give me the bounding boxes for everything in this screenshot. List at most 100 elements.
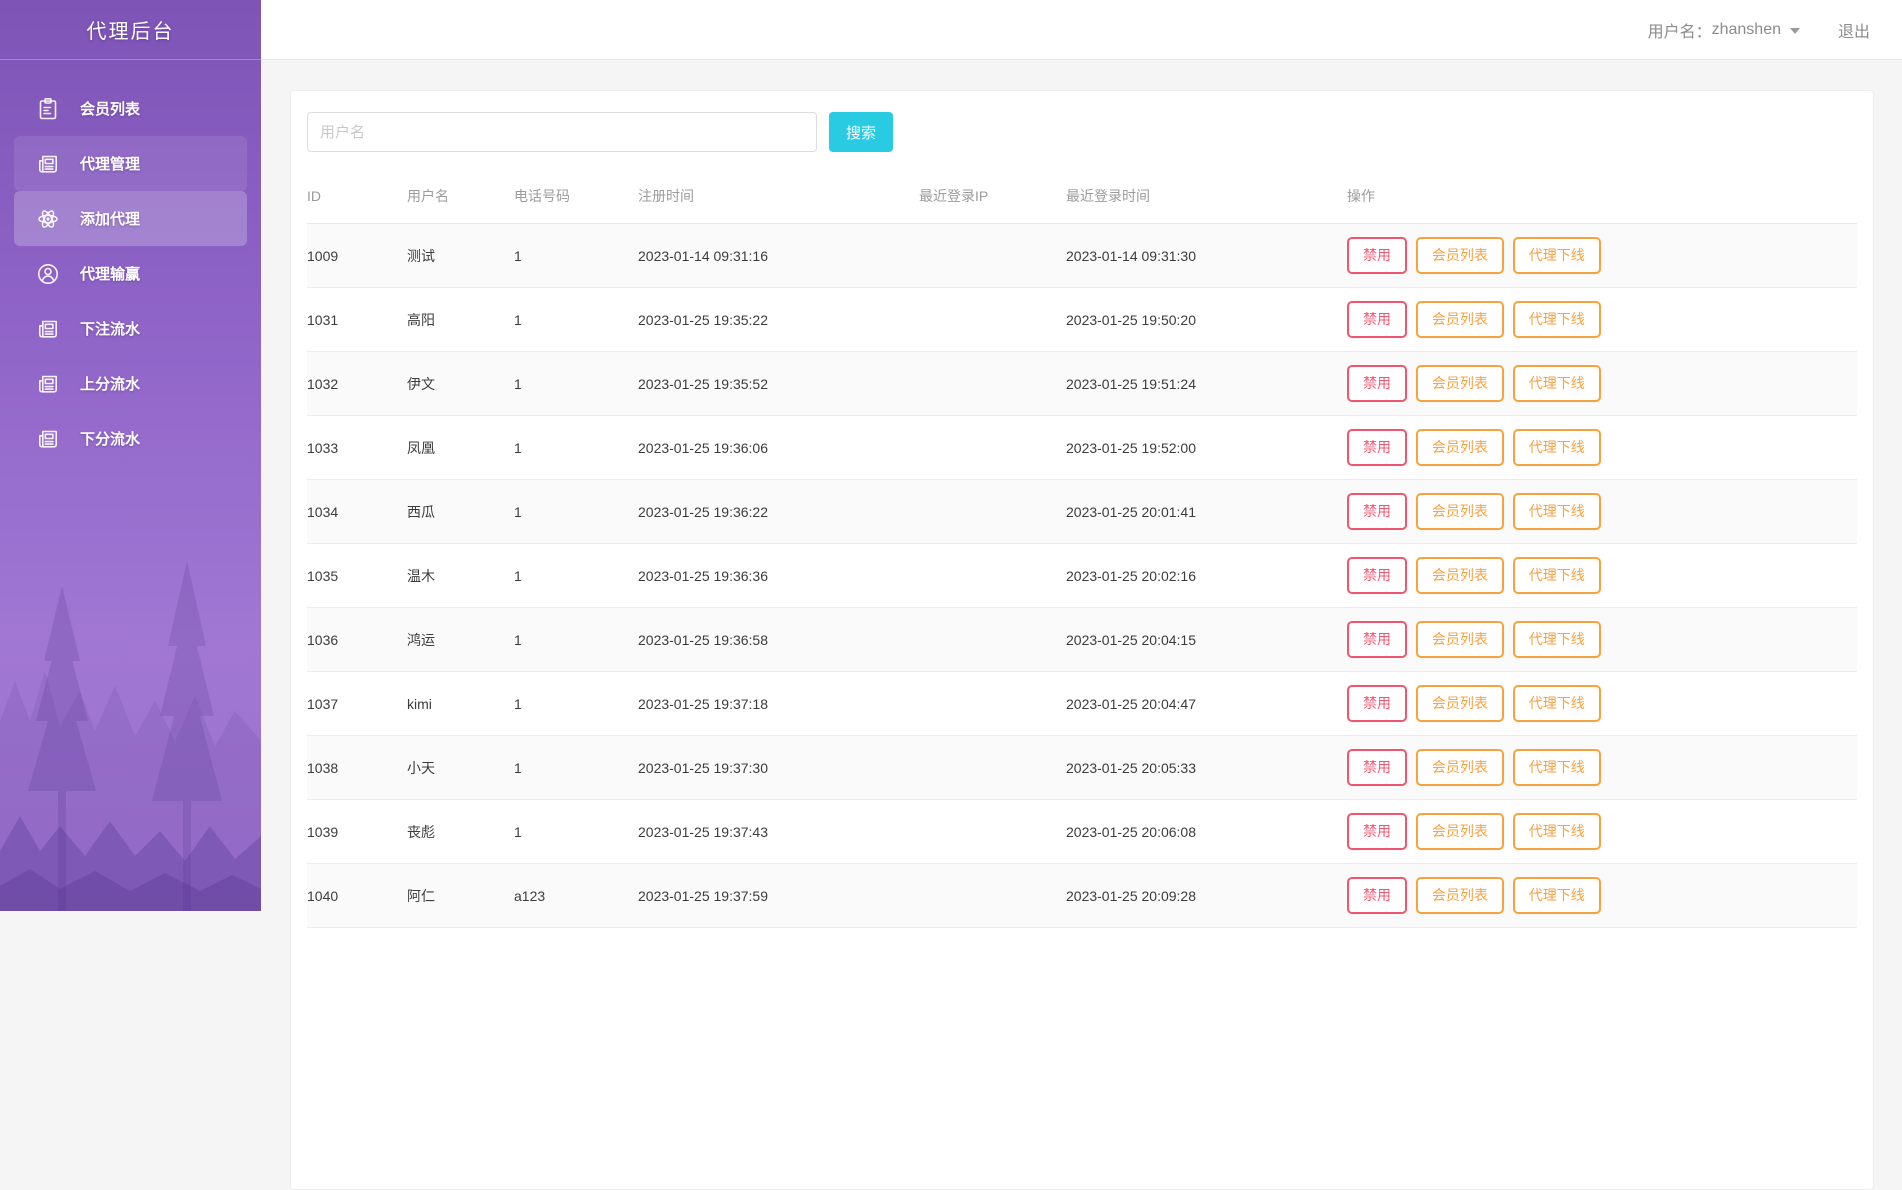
disable-button[interactable]: 禁用 [1347, 749, 1407, 786]
cell-actions: 禁用 会员列表 代理下线 [1347, 416, 1857, 480]
agent-downline-button[interactable]: 代理下线 [1513, 813, 1601, 850]
member-list-button[interactable]: 会员列表 [1416, 685, 1504, 722]
sidebar-item-3[interactable]: 添加代理 [14, 191, 247, 246]
sidebar-item-5[interactable]: 下注流水 [14, 301, 247, 356]
cell-actions: 禁用 会员列表 代理下线 [1347, 352, 1857, 416]
agent-downline-button[interactable]: 代理下线 [1513, 493, 1601, 530]
cell-id: 1039 [307, 800, 407, 864]
cell-register-time: 2023-01-25 19:36:36 [638, 544, 919, 608]
member-list-button[interactable]: 会员列表 [1416, 365, 1504, 402]
table-row: 1035 温木 1 2023-01-25 19:36:36 2023-01-25… [307, 544, 1857, 608]
column-header-4: 注册时间 [638, 176, 919, 224]
content-card: 搜索 ID用户名电话号码注册时间最近登录IP最近登录时间操作 1009 测试 1… [290, 90, 1874, 1190]
agent-downline-button[interactable]: 代理下线 [1513, 749, 1601, 786]
cell-username: 伊文 [407, 352, 514, 416]
cell-last-login-time: 2023-01-25 20:05:33 [1066, 736, 1347, 800]
newspaper-icon [36, 152, 60, 176]
member-list-button[interactable]: 会员列表 [1416, 237, 1504, 274]
newspaper-icon [36, 317, 60, 341]
disable-button[interactable]: 禁用 [1347, 493, 1407, 530]
cell-username: 阿仁 [407, 864, 514, 928]
cell-actions: 禁用 会员列表 代理下线 [1347, 288, 1857, 352]
cell-username: 高阳 [407, 288, 514, 352]
agent-downline-button[interactable]: 代理下线 [1513, 237, 1601, 274]
cell-phone: 1 [514, 288, 638, 352]
cell-actions: 禁用 会员列表 代理下线 [1347, 480, 1857, 544]
table-row: 1031 高阳 1 2023-01-25 19:35:22 2023-01-25… [307, 288, 1857, 352]
sidebar-item-label: 代理管理 [80, 153, 140, 174]
app-title: 代理后台 [87, 15, 175, 44]
member-list-button[interactable]: 会员列表 [1416, 301, 1504, 338]
cell-register-time: 2023-01-25 19:37:43 [638, 800, 919, 864]
member-list-button[interactable]: 会员列表 [1416, 813, 1504, 850]
member-list-button[interactable]: 会员列表 [1416, 557, 1504, 594]
cell-last-login-time: 2023-01-25 19:50:20 [1066, 288, 1347, 352]
table-header-row: ID用户名电话号码注册时间最近登录IP最近登录时间操作 [307, 176, 1857, 224]
cell-last-login-ip [919, 352, 1066, 416]
agent-downline-button[interactable]: 代理下线 [1513, 877, 1601, 914]
cell-username: 测试 [407, 224, 514, 288]
disable-button[interactable]: 禁用 [1347, 429, 1407, 466]
member-list-button[interactable]: 会员列表 [1416, 493, 1504, 530]
disable-button[interactable]: 禁用 [1347, 877, 1407, 914]
table-row: 1038 小天 1 2023-01-25 19:37:30 2023-01-25… [307, 736, 1857, 800]
cell-last-login-ip [919, 288, 1066, 352]
agent-downline-button[interactable]: 代理下线 [1513, 621, 1601, 658]
agent-downline-button[interactable]: 代理下线 [1513, 365, 1601, 402]
sidebar: 代理后台 会员列表 代理管理 添加代理 代理输赢 下注流水 上分流水 下分流水 [0, 0, 261, 911]
disable-button[interactable]: 禁用 [1347, 557, 1407, 594]
logout-button[interactable]: 退出 [1838, 18, 1870, 42]
cell-id: 1040 [307, 864, 407, 928]
cell-actions: 禁用 会员列表 代理下线 [1347, 800, 1857, 864]
member-list-button[interactable]: 会员列表 [1416, 429, 1504, 466]
agent-downline-button[interactable]: 代理下线 [1513, 429, 1601, 466]
cell-username: 西瓜 [407, 480, 514, 544]
column-header-7: 操作 [1347, 176, 1857, 224]
cell-username: 丧彪 [407, 800, 514, 864]
search-button[interactable]: 搜索 [829, 112, 893, 152]
member-list-button[interactable]: 会员列表 [1416, 749, 1504, 786]
cell-last-login-ip [919, 672, 1066, 736]
cell-last-login-ip [919, 736, 1066, 800]
agent-downline-button[interactable]: 代理下线 [1513, 685, 1601, 722]
member-list-button[interactable]: 会员列表 [1416, 621, 1504, 658]
sidebar-item-label: 添加代理 [80, 208, 140, 229]
topbar: 用户名： zhanshen 退出 [261, 0, 1902, 60]
cell-register-time: 2023-01-25 19:36:22 [638, 480, 919, 544]
cell-id: 1033 [307, 416, 407, 480]
cell-last-login-ip [919, 608, 1066, 672]
forest-background-image [0, 551, 261, 911]
sidebar-item-2[interactable]: 代理管理 [14, 136, 247, 191]
disable-button[interactable]: 禁用 [1347, 685, 1407, 722]
cell-username: 鸿运 [407, 608, 514, 672]
disable-button[interactable]: 禁用 [1347, 621, 1407, 658]
cell-last-login-time: 2023-01-25 20:01:41 [1066, 480, 1347, 544]
table-row: 1036 鸿运 1 2023-01-25 19:36:58 2023-01-25… [307, 608, 1857, 672]
agent-downline-button[interactable]: 代理下线 [1513, 557, 1601, 594]
username-label: 用户名： [1648, 18, 1712, 42]
sidebar-item-label: 代理输赢 [80, 263, 140, 284]
disable-button[interactable]: 禁用 [1347, 237, 1407, 274]
table-row: 1034 西瓜 1 2023-01-25 19:36:22 2023-01-25… [307, 480, 1857, 544]
table-row: 1037 kimi 1 2023-01-25 19:37:18 2023-01-… [307, 672, 1857, 736]
agents-table: ID用户名电话号码注册时间最近登录IP最近登录时间操作 1009 测试 1 20… [307, 176, 1857, 928]
cell-phone: 1 [514, 608, 638, 672]
agent-downline-button[interactable]: 代理下线 [1513, 301, 1601, 338]
cell-last-login-ip [919, 416, 1066, 480]
disable-button[interactable]: 禁用 [1347, 813, 1407, 850]
cell-actions: 禁用 会员列表 代理下线 [1347, 672, 1857, 736]
sidebar-item-4[interactable]: 代理输赢 [14, 246, 247, 301]
disable-button[interactable]: 禁用 [1347, 301, 1407, 338]
sidebar-item-7[interactable]: 下分流水 [14, 411, 247, 466]
disable-button[interactable]: 禁用 [1347, 365, 1407, 402]
sidebar-item-1[interactable]: 会员列表 [14, 81, 247, 136]
sidebar-menu: 会员列表 代理管理 添加代理 代理输赢 下注流水 上分流水 下分流水 [0, 81, 261, 466]
user-dropdown[interactable]: 用户名： zhanshen [1648, 18, 1800, 42]
sidebar-item-6[interactable]: 上分流水 [14, 356, 247, 411]
clipboard-list-icon [36, 97, 60, 121]
cell-last-login-time: 2023-01-25 19:51:24 [1066, 352, 1347, 416]
search-input[interactable] [307, 112, 817, 152]
cell-register-time: 2023-01-25 19:35:22 [638, 288, 919, 352]
member-list-button[interactable]: 会员列表 [1416, 877, 1504, 914]
cell-register-time: 2023-01-25 19:35:52 [638, 352, 919, 416]
